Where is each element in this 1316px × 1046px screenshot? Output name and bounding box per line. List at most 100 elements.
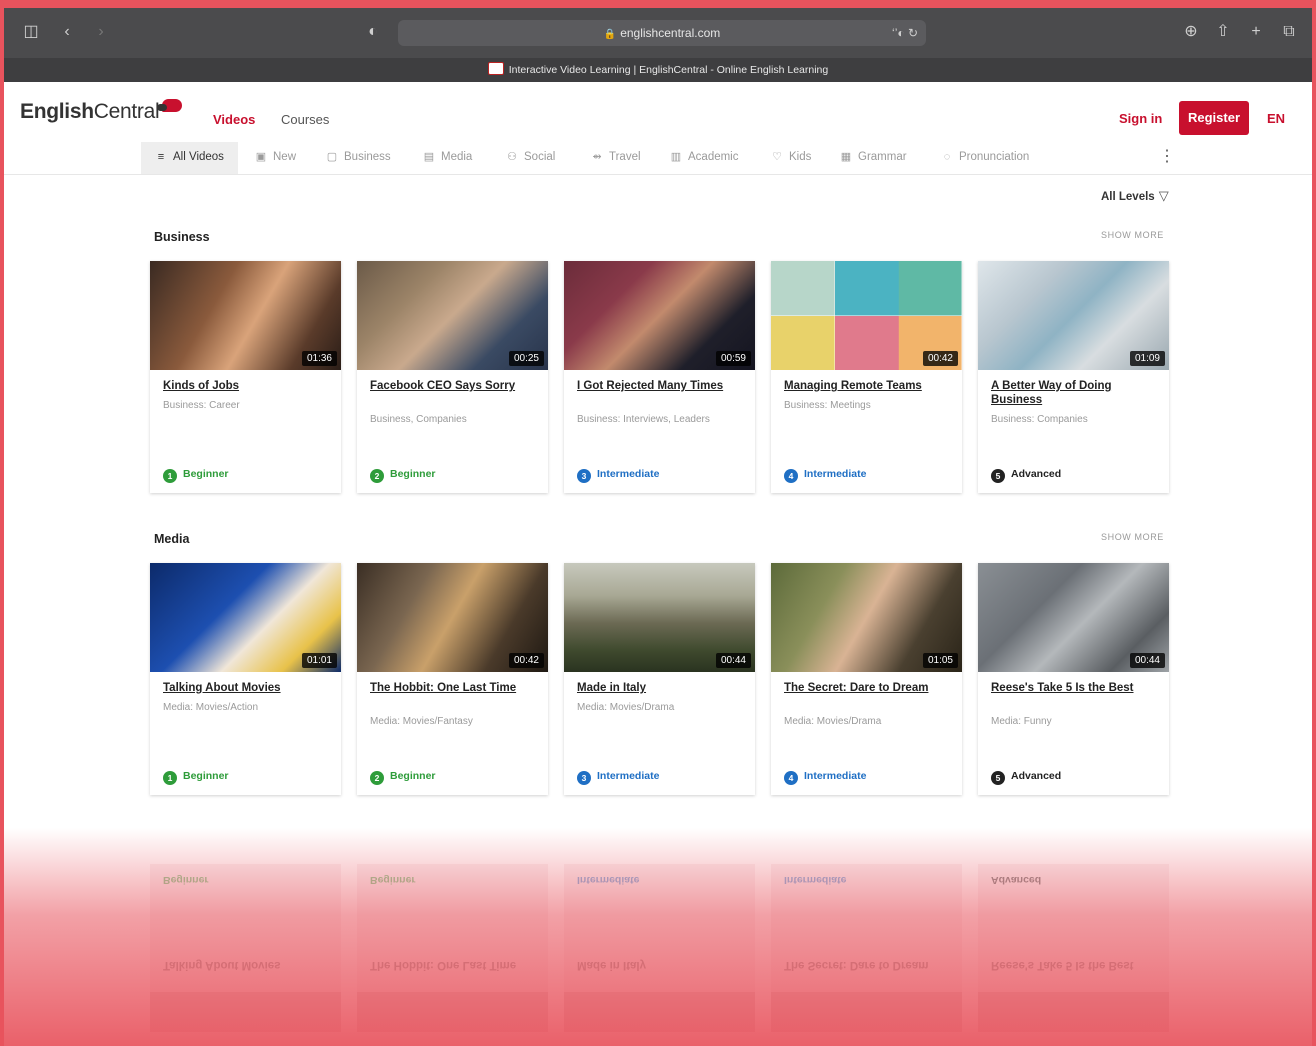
video-tags: Media: Movies/Action bbox=[163, 702, 259, 713]
level-filter[interactable]: All Levels ▽ bbox=[1101, 188, 1169, 204]
video-thumbnail[interactable]: 00:44 bbox=[564, 563, 755, 672]
video-title[interactable]: A Better Way of Doing Business bbox=[991, 379, 1151, 407]
category-pronunciation[interactable]: ◌ Pronunciation bbox=[941, 142, 1030, 174]
address-bar[interactable]: 🔒 englishcentral.com ‘’◐ ↻ bbox=[398, 20, 926, 46]
video-card[interactable]: 00:25 Facebook CEO Says Sorry Business, … bbox=[357, 261, 548, 493]
category-business[interactable]: ▢ Business bbox=[326, 142, 391, 174]
duration-badge: 01:01 bbox=[301, 653, 337, 668]
video-card[interactable]: 01:09 A Better Way of Doing Business Bus… bbox=[978, 261, 1169, 493]
download-icon[interactable]: ⊕ bbox=[1180, 21, 1202, 43]
video-thumbnail[interactable]: 01:09 bbox=[978, 261, 1169, 370]
level-number-icon: 5 bbox=[991, 469, 1005, 483]
video-card[interactable]: 01:01 Talking About Movies Media: Movies… bbox=[150, 563, 341, 795]
category-label: Grammar bbox=[858, 151, 907, 163]
level-badge: 1 Beginner bbox=[163, 468, 229, 483]
category-kids[interactable]: ♡ Kids bbox=[771, 142, 811, 174]
lock-icon: 🔒 bbox=[603, 29, 617, 40]
forward-icon[interactable]: › bbox=[90, 21, 112, 43]
category-label: Social bbox=[524, 151, 556, 163]
level-number-icon: 4 bbox=[784, 469, 798, 483]
category-new[interactable]: ▣ New bbox=[255, 142, 296, 174]
video-card[interactable]: 00:42 Managing Remote Teams Business: Me… bbox=[771, 261, 962, 493]
duration-badge: 01:36 bbox=[301, 351, 337, 366]
level-number-icon: 3 bbox=[577, 771, 591, 785]
show-more-media[interactable]: SHOW MORE bbox=[1101, 532, 1164, 542]
duration-badge: 00:42 bbox=[508, 653, 544, 668]
sign-in-link[interactable]: Sign in bbox=[1119, 111, 1162, 126]
category-academic[interactable]: ▥ Academic bbox=[670, 142, 739, 174]
tabs-overview-icon[interactable]: ⧉ bbox=[1278, 21, 1300, 43]
video-thumbnail[interactable]: 00:25 bbox=[357, 261, 548, 370]
share-icon[interactable]: ⇧ bbox=[1212, 21, 1234, 43]
level-number-icon: 2 bbox=[370, 469, 384, 483]
video-tags: Media: Movies/Drama bbox=[577, 702, 675, 713]
tab-title: Interactive Video Learning | EnglishCent… bbox=[508, 64, 829, 76]
category-label: All Videos bbox=[173, 151, 224, 163]
sidebar-toggle-icon[interactable]: ◫ bbox=[20, 21, 42, 43]
video-thumbnail[interactable]: 00:42 bbox=[771, 261, 962, 370]
video-thumbnail[interactable]: 00:44 bbox=[978, 563, 1169, 672]
level-number-icon: 3 bbox=[577, 469, 591, 483]
category-travel[interactable]: ⇴ Travel bbox=[591, 142, 640, 174]
nav-videos-link[interactable]: Videos bbox=[213, 112, 255, 127]
back-icon[interactable]: ‹ bbox=[56, 21, 78, 43]
video-card[interactable]: 00:44 Reese's Take 5 Is the Best Media: … bbox=[978, 563, 1169, 795]
speech-bubble-icon bbox=[157, 99, 183, 112]
filter-icon: ▽ bbox=[1158, 188, 1169, 203]
category-social[interactable]: ⚇ Social bbox=[506, 142, 555, 174]
briefcase-icon: ▢ bbox=[326, 151, 338, 163]
video-title[interactable]: Reese's Take 5 Is the Best bbox=[991, 681, 1151, 695]
favicon-icon bbox=[487, 62, 504, 75]
video-card[interactable]: 00:42 The Hobbit: One Last Time Media: M… bbox=[357, 563, 548, 795]
video-tags: Media: Movies/Drama bbox=[784, 716, 882, 727]
video-thumbnail[interactable]: 01:36 bbox=[150, 261, 341, 370]
film-icon: ▤ bbox=[423, 151, 435, 163]
level-label: Intermediate bbox=[804, 770, 867, 782]
video-thumbnail[interactable]: 01:05 bbox=[771, 563, 962, 672]
video-card[interactable]: 00:44 Made in Italy Media: Movies/Drama … bbox=[564, 563, 755, 795]
video-title[interactable]: The Hobbit: One Last Time bbox=[370, 681, 530, 695]
balloon-icon: ♡ bbox=[772, 151, 782, 163]
browser-toolbar: ◫ ‹ › ◐ 🔒 englishcentral.com ‘’◐ ↻ ⊕ ⇧ + … bbox=[4, 8, 1312, 58]
logo-text-bold: English bbox=[20, 100, 94, 123]
privacy-shield-icon[interactable]: ◐ bbox=[362, 21, 384, 43]
show-more-business[interactable]: SHOW MORE bbox=[1101, 230, 1164, 240]
level-badge: 4 Intermediate bbox=[784, 770, 866, 785]
video-tags: Business, Companies bbox=[370, 414, 467, 425]
video-title[interactable]: Managing Remote Teams bbox=[784, 379, 944, 393]
video-title[interactable]: Kinds of Jobs bbox=[163, 379, 323, 393]
video-card[interactable]: 01:05 The Secret: Dare to Dream Media: M… bbox=[771, 563, 962, 795]
video-card[interactable]: 00:59 I Got Rejected Many Times Business… bbox=[564, 261, 755, 493]
category-all-videos[interactable]: ≡ All Videos bbox=[141, 142, 238, 174]
video-title[interactable]: I Got Rejected Many Times bbox=[577, 379, 737, 393]
site-header: EnglishCentral Videos Courses Sign in Re… bbox=[4, 82, 1312, 143]
video-tags: Media: Movies/Fantasy bbox=[370, 716, 473, 727]
level-number-icon: 2 bbox=[370, 771, 384, 785]
video-thumbnail[interactable]: 00:42 bbox=[357, 563, 548, 672]
video-thumbnail[interactable]: 01:01 bbox=[150, 563, 341, 672]
duration-badge: 01:09 bbox=[1129, 351, 1165, 366]
language-selector[interactable]: EN bbox=[1267, 111, 1285, 126]
video-tags: Business: Meetings bbox=[784, 400, 871, 411]
video-title[interactable]: Facebook CEO Says Sorry bbox=[370, 379, 530, 393]
video-title[interactable]: Talking About Movies bbox=[163, 681, 323, 695]
video-card[interactable]: 01:36 Kinds of Jobs Business: Career 1 Be… bbox=[150, 261, 341, 493]
level-label: Beginner bbox=[183, 468, 229, 480]
people-icon: ⚇ bbox=[507, 151, 517, 163]
nav-courses-link[interactable]: Courses bbox=[281, 112, 329, 127]
category-grammar[interactable]: ▦ Grammar bbox=[840, 142, 907, 174]
duration-badge: 00:59 bbox=[715, 351, 751, 366]
category-media[interactable]: ▤ Media bbox=[423, 142, 473, 174]
level-label: Beginner bbox=[390, 468, 436, 480]
video-title[interactable]: Made in Italy bbox=[577, 681, 737, 695]
reload-icon[interactable]: ‘’◐ ↻ bbox=[892, 20, 918, 46]
video-title[interactable]: The Secret: Dare to Dream bbox=[784, 681, 944, 695]
more-options-icon[interactable]: ⋮ bbox=[1159, 142, 1175, 172]
video-thumbnail[interactable]: 00:59 bbox=[564, 261, 755, 370]
new-tab-icon[interactable]: + bbox=[1245, 21, 1267, 43]
englishcentral-logo[interactable]: EnglishCentral bbox=[20, 99, 183, 124]
level-badge: 5 Advanced bbox=[991, 770, 1061, 785]
register-button[interactable]: Register bbox=[1179, 101, 1249, 135]
tab-bar[interactable]: Interactive Video Learning | EnglishCent… bbox=[4, 58, 1312, 82]
category-label: Kids bbox=[789, 151, 812, 163]
